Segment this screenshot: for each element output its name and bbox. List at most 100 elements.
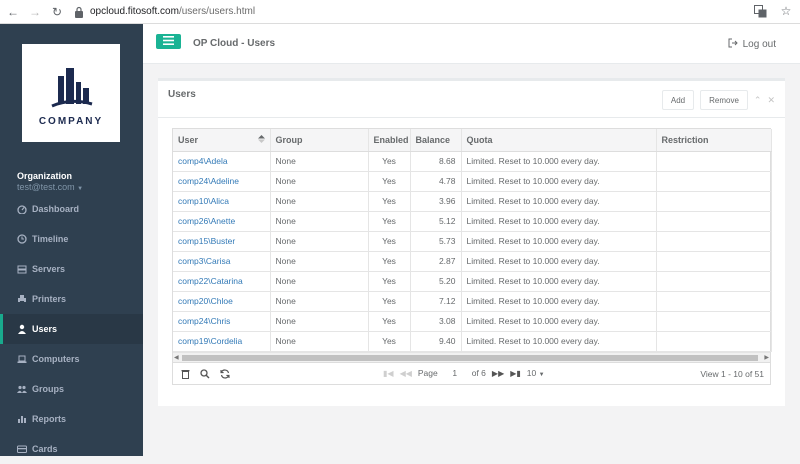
group-cell: None: [270, 291, 369, 312]
view-records-info: View 1 - 10 of 51: [700, 368, 764, 379]
next-page-icon[interactable]: ▶▶: [492, 369, 504, 378]
table-row[interactable]: comp20\Chloe None Yes 7.12 Limited. Reset to…: [173, 291, 772, 312]
logout-label: Log out: [742, 39, 776, 50]
laptop-icon: [17, 354, 27, 364]
scroll-right-arrow-icon[interactable]: ▶: [764, 354, 769, 361]
user-icon: [17, 324, 27, 334]
horizontal-scrollbar[interactable]: ◀ ▶: [173, 351, 770, 362]
user-cell[interactable]: comp22\Catarina: [173, 271, 271, 292]
address-bar[interactable]: opcloud.fitosoft.com/users/users.html: [74, 3, 734, 21]
previous-page-icon[interactable]: ◀◀: [400, 369, 412, 378]
back-arrow-icon[interactable]: ←: [4, 3, 22, 21]
grid-pager: ▮◀ ◀◀ Page of 6 ▶▶ ▶▮ 10 ▼ View 1 - 10 o…: [173, 361, 770, 384]
sidebar-item-groups[interactable]: Groups: [0, 374, 143, 404]
table-row[interactable]: comp24\Chris None Yes 3.08 Limited. Reset to…: [173, 311, 772, 332]
column-header-group[interactable]: Group: [270, 129, 369, 152]
table-row[interactable]: comp15\Buster None Yes 5.73 Limited. Reset t…: [173, 231, 772, 252]
table-row[interactable]: comp19\Cordelia None Yes 9.40 Limited. Reset…: [173, 331, 772, 352]
sidebar-item-cards[interactable]: Cards: [0, 434, 143, 464]
sidebar-item-printers[interactable]: Printers: [0, 284, 143, 314]
restriction-cell: [656, 271, 772, 292]
table-row[interactable]: comp10\Alica None Yes 3.96 Limited. Reset to…: [173, 191, 772, 212]
balance-cell: 2.87: [410, 251, 462, 272]
column-header-enabled[interactable]: Enabled: [368, 129, 411, 152]
column-header-restriction[interactable]: Restriction: [656, 129, 772, 152]
pagination-controls: ▮◀ ◀◀ Page of 6 ▶▶ ▶▮ 10 ▼: [383, 366, 545, 380]
balance-cell: 5.73: [410, 231, 462, 252]
user-cell[interactable]: comp3\Carisa: [173, 251, 271, 272]
group-cell: None: [270, 271, 369, 292]
quota-cell: Limited. Reset to 10.000 every day.: [461, 251, 657, 272]
sidebar-item-reports[interactable]: Reports: [0, 404, 143, 434]
refresh-icon[interactable]: [220, 368, 230, 381]
user-cell[interactable]: comp26\Anette: [173, 211, 271, 232]
table-row[interactable]: comp4\Adela None Yes 8.68 Limited. Reset to …: [173, 151, 772, 172]
sidebar-item-label: Reports: [32, 414, 67, 424]
trash-icon[interactable]: [181, 369, 190, 381]
bookmark-star-icon[interactable]: ☆: [778, 3, 794, 19]
table-row[interactable]: comp22\Catarina None Yes 5.20 Limited. Reset…: [173, 271, 772, 292]
logout-link[interactable]: Log out: [728, 38, 776, 51]
remove-button[interactable]: Remove: [700, 90, 748, 110]
lock-icon: [74, 6, 84, 18]
sidebar-item-timeline[interactable]: Timeline: [0, 224, 143, 254]
user-cell[interactable]: comp24\Chris: [173, 311, 271, 332]
translate-icon[interactable]: [752, 3, 768, 19]
url-path: /users/users.html: [178, 6, 256, 17]
sidebar-item-dashboard[interactable]: Dashboard: [0, 194, 143, 224]
rows-per-page-select[interactable]: 10 ▼: [527, 368, 545, 378]
group-cell: None: [270, 191, 369, 212]
restriction-cell: [656, 231, 772, 252]
page-count: of 6: [471, 368, 486, 378]
enabled-cell: Yes: [368, 211, 411, 232]
enabled-cell: Yes: [368, 271, 411, 292]
enabled-cell: Yes: [368, 311, 411, 332]
enabled-cell: Yes: [368, 191, 411, 212]
sidebar-item-label: Printers: [32, 294, 67, 304]
restriction-cell: [656, 251, 772, 272]
balance-cell: 5.20: [410, 271, 462, 292]
dashboard-icon: [17, 204, 27, 215]
enabled-cell: Yes: [368, 171, 411, 192]
scroll-left-arrow-icon[interactable]: ◀: [174, 354, 179, 361]
server-icon: [17, 264, 27, 274]
user-cell[interactable]: comp4\Adela: [173, 151, 271, 172]
user-cell[interactable]: comp24\Adeline: [173, 171, 271, 192]
sidebar-item-users[interactable]: Users: [0, 314, 143, 344]
table-row[interactable]: comp3\Carisa None Yes 2.87 Limited. Reset to…: [173, 251, 772, 272]
reload-icon[interactable]: ↻: [48, 3, 66, 21]
sidebar-item-servers[interactable]: Servers: [0, 254, 143, 284]
scrollbar-thumb[interactable]: [182, 354, 758, 361]
first-page-icon[interactable]: ▮◀: [383, 369, 394, 378]
table-row[interactable]: comp26\Anette None Yes 5.12 Limited. Reset t…: [173, 211, 772, 232]
user-cell[interactable]: comp20\Chloe: [173, 291, 271, 312]
url-host: opcloud.fitosoft.com: [90, 6, 179, 17]
quota-cell: Limited. Reset to 10.000 every day.: [461, 231, 657, 252]
sidebar-item-computers[interactable]: Computers: [0, 344, 143, 374]
forward-arrow-icon[interactable]: →: [26, 3, 44, 21]
panel-tools: Add Remove ⌃ ✕: [661, 90, 775, 110]
clock-icon: [17, 234, 27, 244]
search-icon[interactable]: [200, 368, 210, 381]
user-cell[interactable]: comp19\Cordelia: [173, 331, 271, 352]
add-button[interactable]: Add: [661, 90, 695, 110]
column-header-quota[interactable]: Quota: [461, 129, 657, 152]
collapse-chevron-up-icon[interactable]: ⌃: [754, 95, 762, 106]
company-logo: COMPANY: [22, 44, 120, 142]
close-icon[interactable]: ✕: [767, 95, 775, 106]
last-page-icon[interactable]: ▶▮: [510, 369, 521, 378]
restriction-cell: [656, 331, 772, 352]
sidebar-item-label: Cards: [32, 444, 58, 454]
restriction-cell: [656, 311, 772, 332]
sidebar-item-label: Groups: [32, 384, 65, 394]
user-email-dropdown[interactable]: test@test.com ▼: [17, 182, 83, 192]
menu-toggle-button[interactable]: [156, 34, 181, 49]
printer-icon: [17, 294, 27, 304]
column-header-balance[interactable]: Balance: [410, 129, 462, 152]
page-number-input[interactable]: [443, 366, 466, 380]
column-header-user[interactable]: User: [173, 129, 271, 152]
user-cell[interactable]: comp10\Alica: [173, 191, 271, 212]
user-cell[interactable]: comp15\Buster: [173, 231, 271, 252]
table-row[interactable]: comp24\Adeline None Yes 4.78 Limited. Reset …: [173, 171, 772, 192]
restriction-cell: [656, 211, 772, 232]
